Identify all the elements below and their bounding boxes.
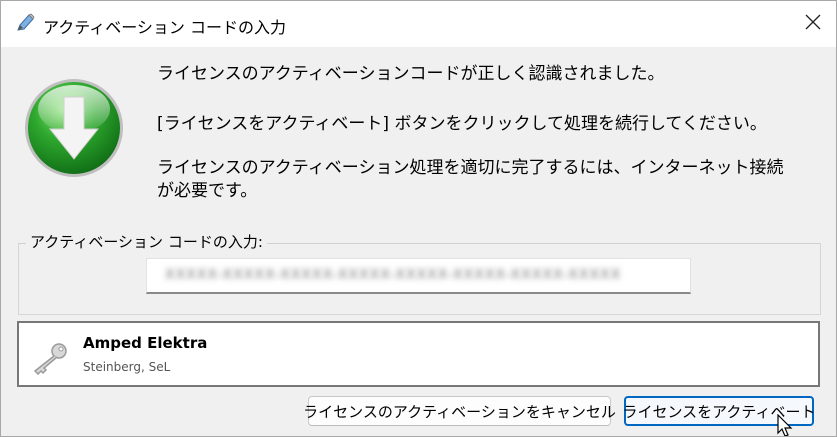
pencil-icon bbox=[14, 12, 36, 34]
close-icon bbox=[805, 14, 821, 34]
activation-code-label: アクティベーション コードの入力: bbox=[26, 231, 267, 252]
internet-required-line2: が必要です。 bbox=[157, 181, 258, 201]
activation-code-input[interactable]: XXXXX-XXXXX-XXXXX-XXXXX-XXXXX-XXXXX-XXXX… bbox=[146, 258, 691, 294]
key-icon bbox=[29, 341, 69, 376]
internet-required-line1: ライセンスのアクティベーション処理を適切に完了するには、インターネット接続 bbox=[157, 158, 784, 178]
activation-dialog: アクティベーション コードの入力 ライセンスのアクティベーションコードが正しく認… bbox=[0, 0, 837, 437]
cancel-activation-button[interactable]: ライセンスのアクティベーションをキャンセル bbox=[303, 396, 616, 426]
mouse-cursor-icon bbox=[777, 413, 797, 436]
instruction-message: [ライセンスをアクティベート] ボタンをクリックして処理を続行してください。 bbox=[157, 114, 767, 134]
success-message: ライセンスのアクティベーションコードが正しく認識されました。 bbox=[157, 64, 665, 84]
title-bar: アクティベーション コードの入力 bbox=[1, 1, 836, 47]
activation-code-value: XXXXX-XXXXX-XXXXX-XXXXX-XXXXX-XXXXX-XXXX… bbox=[165, 267, 622, 283]
window-title: アクティベーション コードの入力 bbox=[43, 18, 287, 37]
license-name: Amped Elektra bbox=[83, 334, 208, 352]
green-download-arrow-icon bbox=[23, 77, 125, 179]
close-button[interactable] bbox=[790, 1, 836, 47]
license-vendor: Steinberg, SeL bbox=[83, 360, 171, 374]
license-list[interactable]: Amped Elektra Steinberg, SeL bbox=[17, 321, 820, 387]
